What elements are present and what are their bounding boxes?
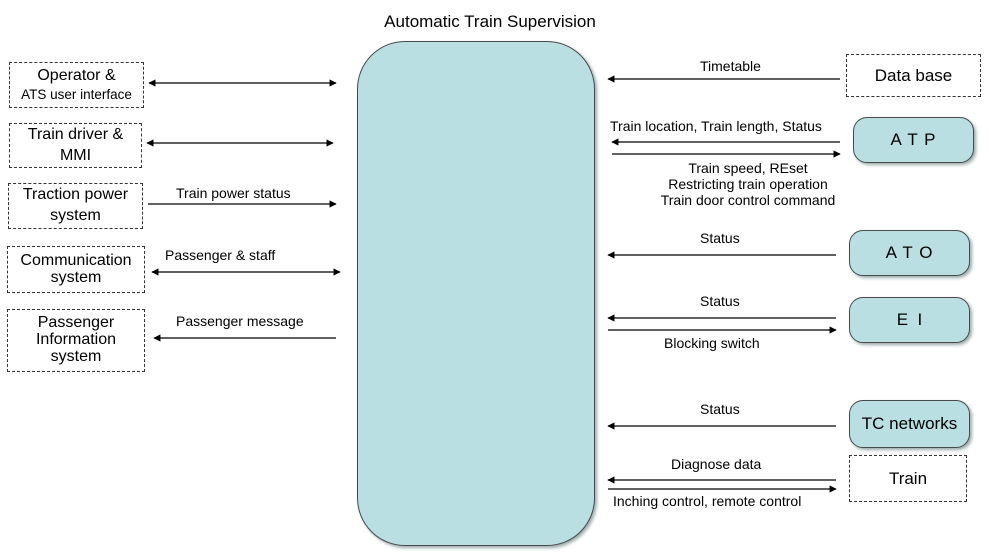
connector-arrows — [146, 75, 841, 493]
